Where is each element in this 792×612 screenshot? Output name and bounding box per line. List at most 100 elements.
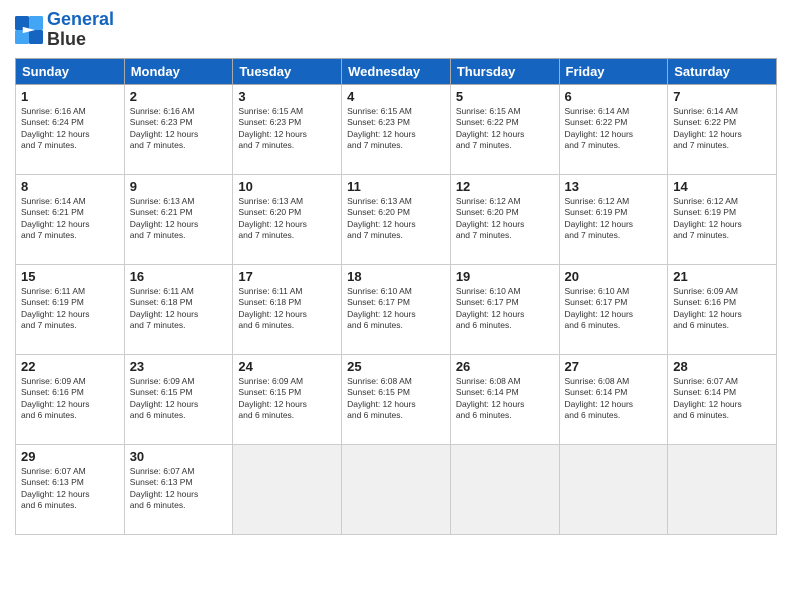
day-number: 20	[565, 269, 663, 284]
calendar-cell: 21Sunrise: 6:09 AM Sunset: 6:16 PM Dayli…	[668, 264, 777, 354]
day-info: Sunrise: 6:09 AM Sunset: 6:15 PM Dayligh…	[130, 376, 228, 422]
calendar-cell	[342, 444, 451, 534]
day-number: 4	[347, 89, 445, 104]
day-number: 18	[347, 269, 445, 284]
logo-text: General Blue	[47, 10, 114, 50]
day-number: 25	[347, 359, 445, 374]
week-row-5: 29 Sunrise: 6:07 AM Sunset: 6:13 PM Dayli…	[16, 444, 777, 534]
calendar-cell: 6 Sunrise: 6:14 AM Sunset: 6:22 PM Daylig…	[559, 84, 668, 174]
day-info: Sunrise: 6:08 AM Sunset: 6:14 PM Dayligh…	[456, 376, 554, 422]
calendar-cell: 12 Sunrise: 6:12 AM Sunset: 6:20 PM Dayli…	[450, 174, 559, 264]
week-row-3: 15 Sunrise: 6:11 AM Sunset: 6:19 PM Dayli…	[16, 264, 777, 354]
calendar-cell	[559, 444, 668, 534]
day-number: 17	[238, 269, 336, 284]
day-info: Sunrise: 6:14 AM Sunset: 6:22 PM Dayligh…	[565, 106, 663, 152]
day-info: Sunrise: 6:15 AM Sunset: 6:22 PM Dayligh…	[456, 106, 554, 152]
day-number: 9	[130, 179, 228, 194]
calendar-cell: 26Sunrise: 6:08 AM Sunset: 6:14 PM Dayli…	[450, 354, 559, 444]
calendar-cell: 24 Sunrise: 6:09 AM Sunset: 6:15 PM Dayli…	[233, 354, 342, 444]
calendar-cell: 8Sunrise: 6:14 AM Sunset: 6:21 PM Daylig…	[16, 174, 125, 264]
logo: General Blue	[15, 10, 114, 50]
week-row-1: 1 Sunrise: 6:16 AM Sunset: 6:24 PM Daylig…	[16, 84, 777, 174]
calendar-cell: 9 Sunrise: 6:13 AM Sunset: 6:21 PM Daylig…	[124, 174, 233, 264]
day-info: Sunrise: 6:08 AM Sunset: 6:15 PM Dayligh…	[347, 376, 445, 422]
day-number: 24	[238, 359, 336, 374]
day-number: 1	[21, 89, 119, 104]
week-row-2: 8Sunrise: 6:14 AM Sunset: 6:21 PM Daylig…	[16, 174, 777, 264]
col-header-tuesday: Tuesday	[233, 58, 342, 84]
col-header-monday: Monday	[124, 58, 233, 84]
day-info: Sunrise: 6:09 AM Sunset: 6:16 PM Dayligh…	[673, 286, 771, 332]
day-info: Sunrise: 6:07 AM Sunset: 6:13 PM Dayligh…	[130, 466, 228, 512]
calendar-cell: 15 Sunrise: 6:11 AM Sunset: 6:19 PM Dayli…	[16, 264, 125, 354]
day-number: 12	[456, 179, 554, 194]
day-info: Sunrise: 6:15 AM Sunset: 6:23 PM Dayligh…	[238, 106, 336, 152]
day-info: Sunrise: 6:13 AM Sunset: 6:20 PM Dayligh…	[347, 196, 445, 242]
calendar-cell: 29Sunrise: 6:07 AM Sunset: 6:13 PM Dayli…	[16, 444, 125, 534]
day-number: 10	[238, 179, 336, 194]
calendar-cell: 22 Sunrise: 6:09 AM Sunset: 6:16 PM Dayli…	[16, 354, 125, 444]
day-info: Sunrise: 6:10 AM Sunset: 6:17 PM Dayligh…	[456, 286, 554, 332]
day-info: Sunrise: 6:15 AM Sunset: 6:23 PM Dayligh…	[347, 106, 445, 152]
calendar-cell: 3 Sunrise: 6:15 AM Sunset: 6:23 PM Daylig…	[233, 84, 342, 174]
calendar-cell: 11 Sunrise: 6:13 AM Sunset: 6:20 PM Dayli…	[342, 174, 451, 264]
day-info: Sunrise: 6:13 AM Sunset: 6:20 PM Dayligh…	[238, 196, 336, 242]
day-number: 3	[238, 89, 336, 104]
calendar-cell: 16 Sunrise: 6:11 AM Sunset: 6:18 PM Dayli…	[124, 264, 233, 354]
day-number: 23	[130, 359, 228, 374]
day-info: Sunrise: 6:11 AM Sunset: 6:19 PM Dayligh…	[21, 286, 119, 332]
day-info: Sunrise: 6:10 AM Sunset: 6:17 PM Dayligh…	[347, 286, 445, 332]
calendar-cell: 19 Sunrise: 6:10 AM Sunset: 6:17 PM Dayli…	[450, 264, 559, 354]
calendar-cell: 18 Sunrise: 6:10 AM Sunset: 6:17 PM Dayli…	[342, 264, 451, 354]
day-number: 30	[130, 449, 228, 464]
day-info: Sunrise: 6:09 AM Sunset: 6:16 PM Dayligh…	[21, 376, 119, 422]
calendar-cell: 5 Sunrise: 6:15 AM Sunset: 6:22 PM Daylig…	[450, 84, 559, 174]
day-info: Sunrise: 6:16 AM Sunset: 6:24 PM Dayligh…	[21, 106, 119, 152]
day-number: 27	[565, 359, 663, 374]
calendar-cell: 23 Sunrise: 6:09 AM Sunset: 6:15 PM Dayli…	[124, 354, 233, 444]
day-number: 28	[673, 359, 771, 374]
day-number: 5	[456, 89, 554, 104]
day-info: Sunrise: 6:10 AM Sunset: 6:17 PM Dayligh…	[565, 286, 663, 332]
calendar-cell: 2 Sunrise: 6:16 AM Sunset: 6:23 PM Daylig…	[124, 84, 233, 174]
day-info: Sunrise: 6:12 AM Sunset: 6:19 PM Dayligh…	[673, 196, 771, 242]
day-info: Sunrise: 6:09 AM Sunset: 6:15 PM Dayligh…	[238, 376, 336, 422]
day-number: 14	[673, 179, 771, 194]
day-number: 11	[347, 179, 445, 194]
calendar-cell: 17 Sunrise: 6:11 AM Sunset: 6:18 PM Dayli…	[233, 264, 342, 354]
calendar-cell: 20 Sunrise: 6:10 AM Sunset: 6:17 PM Dayli…	[559, 264, 668, 354]
col-header-sunday: Sunday	[16, 58, 125, 84]
day-info: Sunrise: 6:11 AM Sunset: 6:18 PM Dayligh…	[130, 286, 228, 332]
day-info: Sunrise: 6:12 AM Sunset: 6:20 PM Dayligh…	[456, 196, 554, 242]
day-info: Sunrise: 6:07 AM Sunset: 6:14 PM Dayligh…	[673, 376, 771, 422]
calendar-cell: 25 Sunrise: 6:08 AM Sunset: 6:15 PM Dayli…	[342, 354, 451, 444]
day-info: Sunrise: 6:16 AM Sunset: 6:23 PM Dayligh…	[130, 106, 228, 152]
calendar-cell: 28 Sunrise: 6:07 AM Sunset: 6:14 PM Dayli…	[668, 354, 777, 444]
page-header: General Blue	[15, 10, 777, 50]
day-info: Sunrise: 6:13 AM Sunset: 6:21 PM Dayligh…	[130, 196, 228, 242]
day-info: Sunrise: 6:14 AM Sunset: 6:21 PM Dayligh…	[21, 196, 119, 242]
day-number: 6	[565, 89, 663, 104]
day-number: 29	[21, 449, 119, 464]
calendar-cell: 1 Sunrise: 6:16 AM Sunset: 6:24 PM Daylig…	[16, 84, 125, 174]
calendar-cell: 10 Sunrise: 6:13 AM Sunset: 6:20 PM Dayli…	[233, 174, 342, 264]
logo-icon	[15, 16, 43, 44]
week-row-4: 22 Sunrise: 6:09 AM Sunset: 6:16 PM Dayli…	[16, 354, 777, 444]
day-number: 22	[21, 359, 119, 374]
calendar-cell: 7Sunrise: 6:14 AM Sunset: 6:22 PM Daylig…	[668, 84, 777, 174]
col-header-saturday: Saturday	[668, 58, 777, 84]
calendar-cell	[233, 444, 342, 534]
day-number: 16	[130, 269, 228, 284]
day-info: Sunrise: 6:14 AM Sunset: 6:22 PM Dayligh…	[673, 106, 771, 152]
col-header-wednesday: Wednesday	[342, 58, 451, 84]
calendar-table: SundayMondayTuesdayWednesdayThursdayFrid…	[15, 58, 777, 535]
day-number: 15	[21, 269, 119, 284]
calendar-cell: 4 Sunrise: 6:15 AM Sunset: 6:23 PM Daylig…	[342, 84, 451, 174]
day-number: 2	[130, 89, 228, 104]
day-info: Sunrise: 6:11 AM Sunset: 6:18 PM Dayligh…	[238, 286, 336, 332]
calendar-cell: 13 Sunrise: 6:12 AM Sunset: 6:19 PM Dayli…	[559, 174, 668, 264]
day-info: Sunrise: 6:12 AM Sunset: 6:19 PM Dayligh…	[565, 196, 663, 242]
day-number: 13	[565, 179, 663, 194]
calendar-header-row: SundayMondayTuesdayWednesdayThursdayFrid…	[16, 58, 777, 84]
day-number: 19	[456, 269, 554, 284]
